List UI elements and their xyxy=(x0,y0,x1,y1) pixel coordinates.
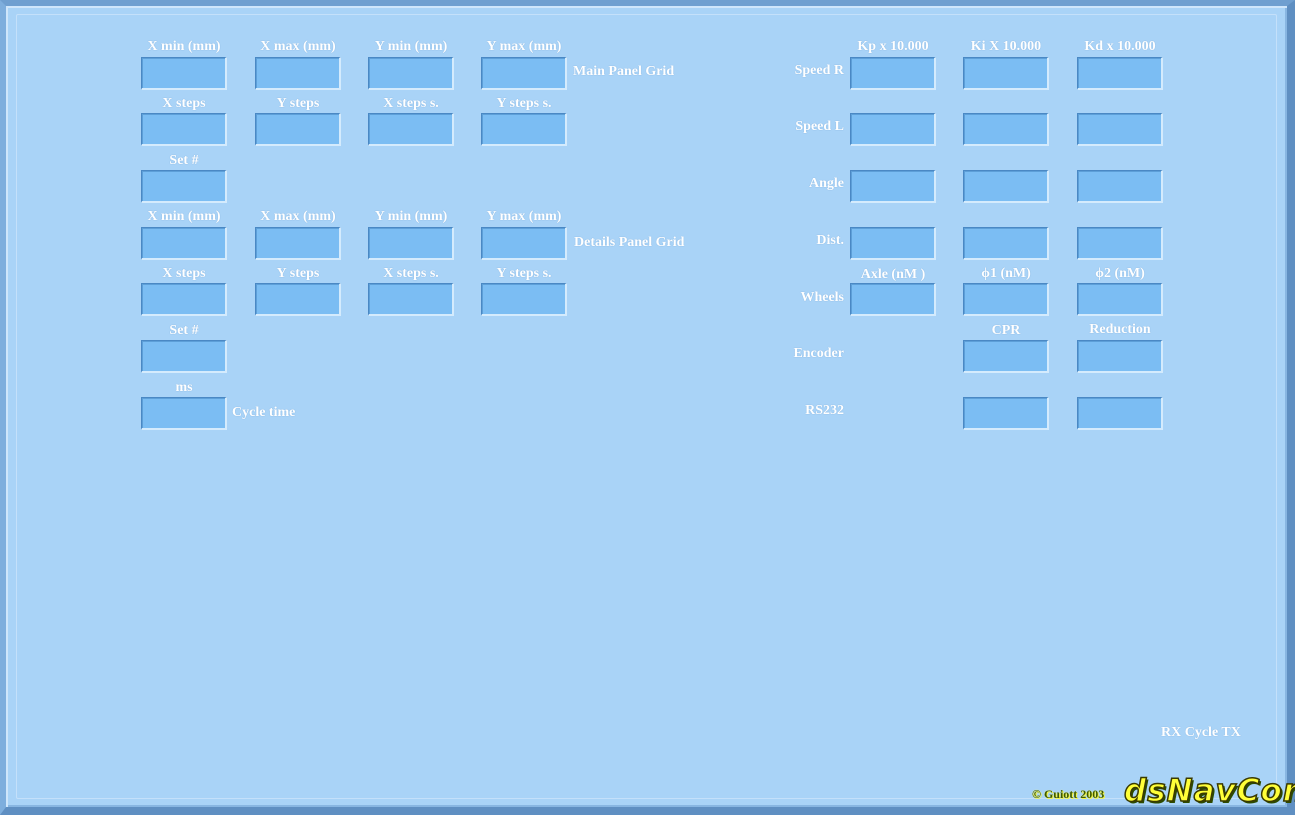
details-xmax-header: X max (mm) xyxy=(260,209,336,224)
wheels-phi1-field[interactable] xyxy=(963,283,1049,316)
main-xsteps-s-header: X steps s. xyxy=(383,96,439,111)
details-set-header: Set # xyxy=(169,323,199,338)
cycle-unit-header: ms xyxy=(175,380,193,395)
main-ysteps-header: Y steps xyxy=(276,96,320,111)
wheels-label: Wheels xyxy=(800,290,844,305)
details-panel-grid-label: Details Panel Grid xyxy=(574,235,685,250)
details-xsteps-s-header: X steps s. xyxy=(383,266,439,281)
main-xmin-header: X min (mm) xyxy=(147,39,221,54)
cycle-time-field[interactable] xyxy=(141,397,227,430)
pid-kp-header: Kp x 10.000 xyxy=(857,39,929,54)
main-ymin-field[interactable] xyxy=(368,57,454,90)
angle-ki-field[interactable] xyxy=(963,170,1049,203)
main-ymax-header: Y max (mm) xyxy=(486,39,562,54)
main-ymin-header: Y min (mm) xyxy=(374,39,448,54)
pid-ki-header: Ki X 10.000 xyxy=(970,39,1042,54)
rs232-port-field[interactable] xyxy=(963,397,1049,430)
details-xsteps-header: X steps xyxy=(162,266,206,281)
main-xmin-field[interactable] xyxy=(141,57,227,90)
dist-kp-field[interactable] xyxy=(850,227,936,260)
cycle-time-label: Cycle time xyxy=(232,405,296,420)
wheels-phi1-header: ϕ1 (nM) xyxy=(981,266,1031,281)
details-ymin-field[interactable] xyxy=(368,227,454,260)
details-ymin-header: Y min (mm) xyxy=(374,209,448,224)
details-ymax-header: Y max (mm) xyxy=(486,209,562,224)
details-xsteps-s-field[interactable] xyxy=(368,283,454,316)
details-xmin-header: X min (mm) xyxy=(147,209,221,224)
main-xmax-field[interactable] xyxy=(255,57,341,90)
wheels-phi2-header: ϕ2 (nM) xyxy=(1095,266,1145,281)
encoder-reduction-field[interactable] xyxy=(1077,340,1163,373)
dist-ki-field[interactable] xyxy=(963,227,1049,260)
wheels-axle-header: Axle (nM ) xyxy=(860,267,926,282)
pid-kd-header: Kd x 10.000 xyxy=(1084,39,1156,54)
main-ysteps-s-field[interactable] xyxy=(481,113,567,146)
angle-kd-field[interactable] xyxy=(1077,170,1163,203)
encoder-cpr-field[interactable] xyxy=(963,340,1049,373)
encoder-cpr-header: CPR xyxy=(991,323,1021,338)
details-xsteps-field[interactable] xyxy=(141,283,227,316)
angle-label: Angle xyxy=(809,176,844,191)
details-ysteps-header: Y steps xyxy=(276,266,320,281)
main-set-field[interactable] xyxy=(141,170,227,203)
main-xsteps-header: X steps xyxy=(162,96,206,111)
speed-l-kd-field[interactable] xyxy=(1077,113,1163,146)
encoder-reduction-header: Reduction xyxy=(1089,322,1151,337)
speed-l-label: Speed L xyxy=(795,119,844,134)
speed-l-kp-field[interactable] xyxy=(850,113,936,146)
rx-indicator: RX xyxy=(1161,725,1182,740)
status-indicators: RX Cycle TX xyxy=(1161,726,1241,740)
details-set-field[interactable] xyxy=(141,340,227,373)
details-xmax-field[interactable] xyxy=(255,227,341,260)
speed-l-ki-field[interactable] xyxy=(963,113,1049,146)
speed-r-kp-field[interactable] xyxy=(850,57,936,90)
details-ysteps-field[interactable] xyxy=(255,283,341,316)
details-ysteps-s-field[interactable] xyxy=(481,283,567,316)
app-logo: dsNavCon xyxy=(1123,772,1295,810)
main-xsteps-field[interactable] xyxy=(141,113,227,146)
details-xmin-field[interactable] xyxy=(141,227,227,260)
cycle-indicator: Cycle xyxy=(1184,725,1219,740)
speed-r-kd-field[interactable] xyxy=(1077,57,1163,90)
dist-kd-field[interactable] xyxy=(1077,227,1163,260)
main-panel-grid-label: Main Panel Grid xyxy=(573,64,675,79)
main-set-header: Set # xyxy=(169,153,199,168)
details-ysteps-s-header: Y steps s. xyxy=(496,266,552,281)
details-ymax-field[interactable] xyxy=(481,227,567,260)
encoder-label: Encoder xyxy=(793,346,844,361)
copyright-text: © Guiott 2003 xyxy=(1032,787,1105,801)
main-ysteps-s-header: Y steps s. xyxy=(496,96,552,111)
main-xmax-header: X max (mm) xyxy=(260,39,336,54)
rs232-baud-field[interactable] xyxy=(1077,397,1163,430)
wheels-phi2-field[interactable] xyxy=(1077,283,1163,316)
speed-r-ki-field[interactable] xyxy=(963,57,1049,90)
tx-indicator: TX xyxy=(1221,725,1241,740)
main-xsteps-s-field[interactable] xyxy=(368,113,454,146)
speed-r-label: Speed R xyxy=(794,63,844,78)
angle-kp-field[interactable] xyxy=(850,170,936,203)
wheels-axle-field[interactable] xyxy=(850,283,936,316)
main-ysteps-field[interactable] xyxy=(255,113,341,146)
dist-label: Dist. xyxy=(816,233,844,248)
rs232-label: RS232 xyxy=(805,403,844,418)
main-ymax-field[interactable] xyxy=(481,57,567,90)
